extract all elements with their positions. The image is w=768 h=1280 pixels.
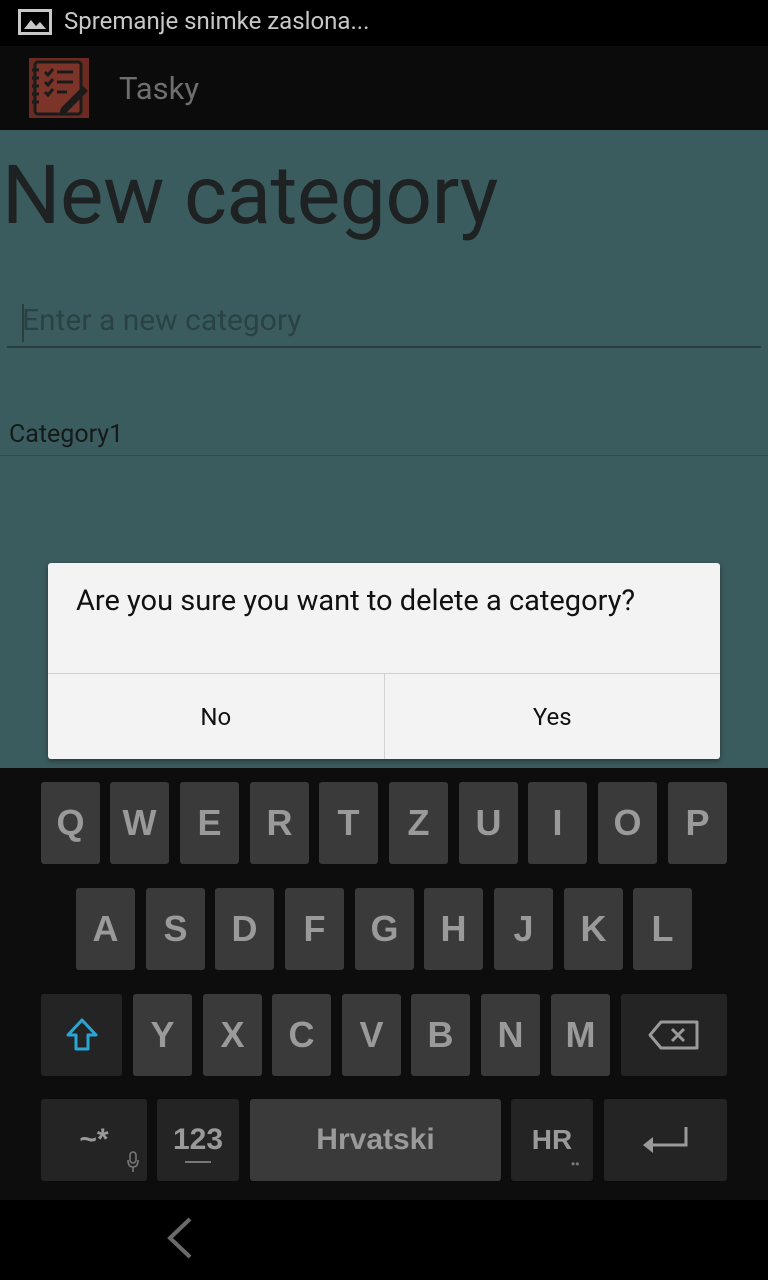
key-s[interactable]: S xyxy=(146,888,205,970)
key-g[interactable]: G xyxy=(355,888,414,970)
key-e[interactable]: E xyxy=(180,782,239,864)
category-label: Category1 xyxy=(9,420,124,449)
key-k[interactable]: K xyxy=(564,888,623,970)
list-item[interactable]: Category1 xyxy=(0,410,768,456)
key-n[interactable]: N xyxy=(481,994,540,1076)
symbols-key[interactable]: ~* xyxy=(41,1099,147,1181)
yes-button[interactable]: Yes xyxy=(383,674,721,759)
shift-arrow-icon xyxy=(66,1018,97,1051)
status-notification-text: Spremanje snimke zaslona... xyxy=(64,7,370,35)
key-a[interactable]: A xyxy=(76,888,135,970)
numbers-key[interactable]: 123 xyxy=(157,1099,239,1181)
key-p[interactable]: P xyxy=(668,782,727,864)
key-c[interactable]: C xyxy=(272,994,331,1076)
action-bar: Tasky xyxy=(0,46,768,130)
enter-icon xyxy=(642,1127,687,1153)
enter-key[interactable] xyxy=(604,1099,727,1181)
key-x[interactable]: X xyxy=(203,994,262,1076)
key-j[interactable]: J xyxy=(494,888,553,970)
key-b[interactable]: B xyxy=(411,994,470,1076)
key-h[interactable]: H xyxy=(424,888,483,970)
delete-confirm-dialog: Are you sure you want to delete a catego… xyxy=(48,563,720,759)
image-icon xyxy=(18,9,52,35)
language-key[interactable]: HR •• xyxy=(511,1099,593,1181)
key-l[interactable]: L xyxy=(633,888,692,970)
shift-key[interactable] xyxy=(41,994,122,1076)
dialog-button-row: No Yes xyxy=(48,673,720,759)
numbers-label: 123 xyxy=(172,1123,224,1156)
notebook-checklist-icon[interactable] xyxy=(27,56,91,120)
numbers-underline xyxy=(185,1161,211,1163)
mic-icon xyxy=(127,1151,139,1172)
key-u[interactable]: U xyxy=(459,782,518,864)
key-r[interactable]: R xyxy=(250,782,309,864)
back-chevron-icon[interactable] xyxy=(160,1215,200,1261)
no-button[interactable]: No xyxy=(48,674,384,759)
key-v[interactable]: V xyxy=(342,994,401,1076)
key-o[interactable]: O xyxy=(598,782,657,864)
backspace-icon xyxy=(648,1020,699,1050)
navigation-bar xyxy=(0,1200,768,1280)
language-label: HR xyxy=(531,1124,573,1155)
key-w[interactable]: W xyxy=(110,782,169,864)
phone-screen: Spremanje snimke zaslona... Tasky New ca… xyxy=(0,0,768,1280)
key-q[interactable]: Q xyxy=(41,782,100,864)
key-d[interactable]: D xyxy=(215,888,274,970)
dialog-message: Are you sure you want to delete a catego… xyxy=(76,584,636,618)
app-title: Tasky xyxy=(119,70,200,107)
key-y[interactable]: Y xyxy=(133,994,192,1076)
text-caret xyxy=(22,304,24,342)
symbols-label: ~* xyxy=(79,1123,109,1156)
key-f[interactable]: F xyxy=(285,888,344,970)
language-dots: •• xyxy=(571,1157,580,1171)
status-bar: Spremanje snimke zaslona... xyxy=(0,0,768,46)
backspace-key[interactable] xyxy=(621,994,727,1076)
input-underline xyxy=(7,346,761,348)
page-title: New category xyxy=(2,148,498,244)
space-key[interactable]: Hrvatski xyxy=(250,1099,501,1181)
key-m[interactable]: M xyxy=(551,994,610,1076)
category-input-placeholder: Enter a new category xyxy=(22,303,302,338)
soft-keyboard: Q W E R T Z U I O P A S D F G H J K L Y … xyxy=(0,768,768,1200)
key-i[interactable]: I xyxy=(528,782,587,864)
key-z[interactable]: Z xyxy=(389,782,448,864)
key-t[interactable]: T xyxy=(319,782,378,864)
category-input[interactable]: Enter a new category xyxy=(7,290,761,348)
